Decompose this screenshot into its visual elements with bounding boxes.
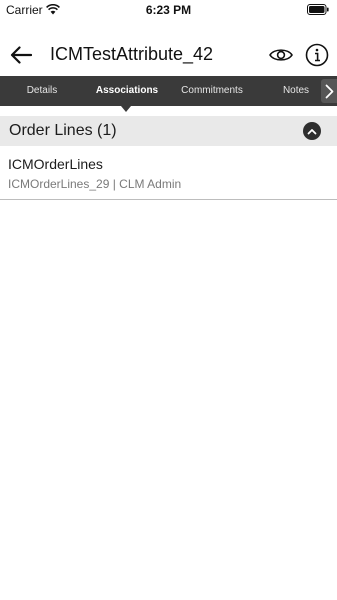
- list-item-subtitle: ICMOrderLines_29 | CLM Admin: [8, 177, 182, 191]
- tab-details[interactable]: Details: [14, 76, 70, 106]
- list-divider: [0, 199, 337, 200]
- section-header-order-lines[interactable]: Order Lines (1): [0, 116, 337, 146]
- tabs-next-button[interactable]: [321, 79, 337, 103]
- battery-icon: [307, 4, 329, 15]
- back-arrow-icon: [10, 46, 32, 64]
- tab-commitments[interactable]: Commitments: [172, 76, 252, 106]
- active-tab-indicator: [121, 106, 131, 112]
- page-title: ICMTestAttribute_42: [50, 44, 214, 64]
- info-button[interactable]: [304, 42, 330, 68]
- back-button[interactable]: [8, 42, 34, 68]
- status-time: 6:23 PM: [145, 3, 192, 17]
- tab-notes[interactable]: Notes: [272, 76, 320, 106]
- status-bar: Carrier 6:23 PM: [0, 0, 337, 20]
- collapse-section-button[interactable]: [303, 122, 321, 140]
- list-item[interactable]: ICMOrderLines ICMOrderLines_29 | CLM Adm…: [0, 148, 337, 200]
- tab-associations[interactable]: Associations: [88, 76, 166, 106]
- list-item-title: ICMOrderLines: [8, 156, 103, 172]
- header: ICMTestAttribute_42: [0, 34, 337, 76]
- chevron-up-icon: [307, 128, 317, 134]
- view-button[interactable]: [268, 43, 294, 67]
- tab-bar: Details Associations Commitments Notes: [0, 76, 337, 106]
- info-icon: [305, 43, 329, 67]
- chevron-right-icon: [325, 84, 333, 98]
- eye-icon: [269, 49, 293, 61]
- section-title: Order Lines (1): [9, 122, 117, 139]
